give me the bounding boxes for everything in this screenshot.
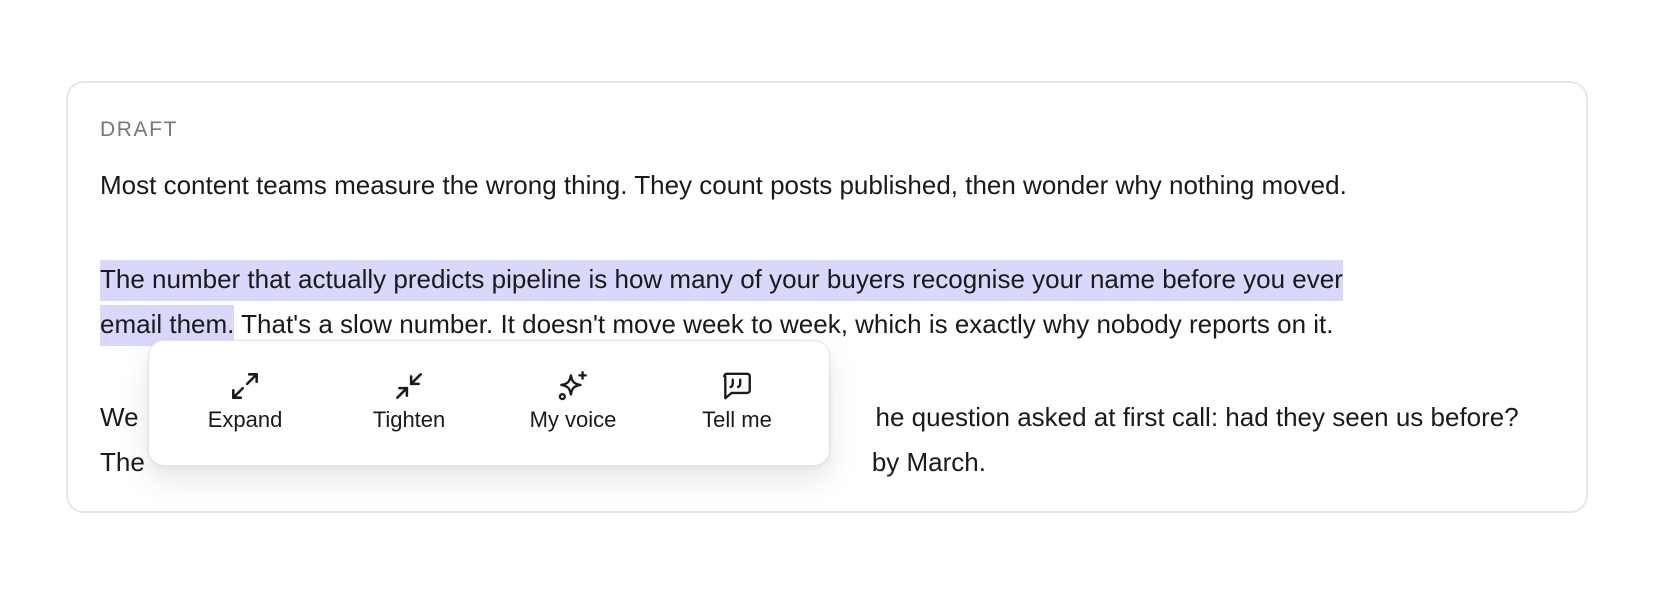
quote-bubble-icon (723, 372, 751, 400)
expand-button[interactable]: Expand (175, 369, 315, 441)
sparkle-icon (558, 371, 587, 401)
paragraph-3-line1-start: We (100, 402, 139, 432)
tighten-label: Tighten (372, 407, 446, 432)
paragraph-3-line1-end: he question asked at first call: had the… (875, 402, 1519, 432)
paragraph-1[interactable]: Most content teams measure the wrong thi… (100, 163, 1347, 208)
expand-label: Expand (207, 407, 283, 432)
tell-me-label: Tell me (702, 407, 772, 432)
my-voice-label: My voice (529, 407, 617, 432)
paragraph-3-line2-end: by March. (871, 447, 986, 477)
paragraph-2-rest: That's a slow number. It doesn't move we… (234, 309, 1334, 339)
expand-arrows-icon (232, 373, 258, 399)
tell-me-button[interactable]: Tell me (667, 369, 807, 441)
collapse-arrows-icon (396, 373, 422, 399)
my-voice-button[interactable]: My voice (503, 369, 643, 441)
tighten-button[interactable]: Tighten (339, 369, 479, 441)
paragraph-3-line2-start: The (100, 447, 145, 477)
paragraph-2[interactable]: The number that actually predicts pipeli… (100, 257, 1343, 347)
draft-section-label: DRAFT (100, 118, 178, 141)
selection-toolbar: Expand Tighten My voice Tell me (148, 340, 830, 466)
selected-text[interactable]: The number that actually predicts pipeli… (100, 260, 1343, 301)
